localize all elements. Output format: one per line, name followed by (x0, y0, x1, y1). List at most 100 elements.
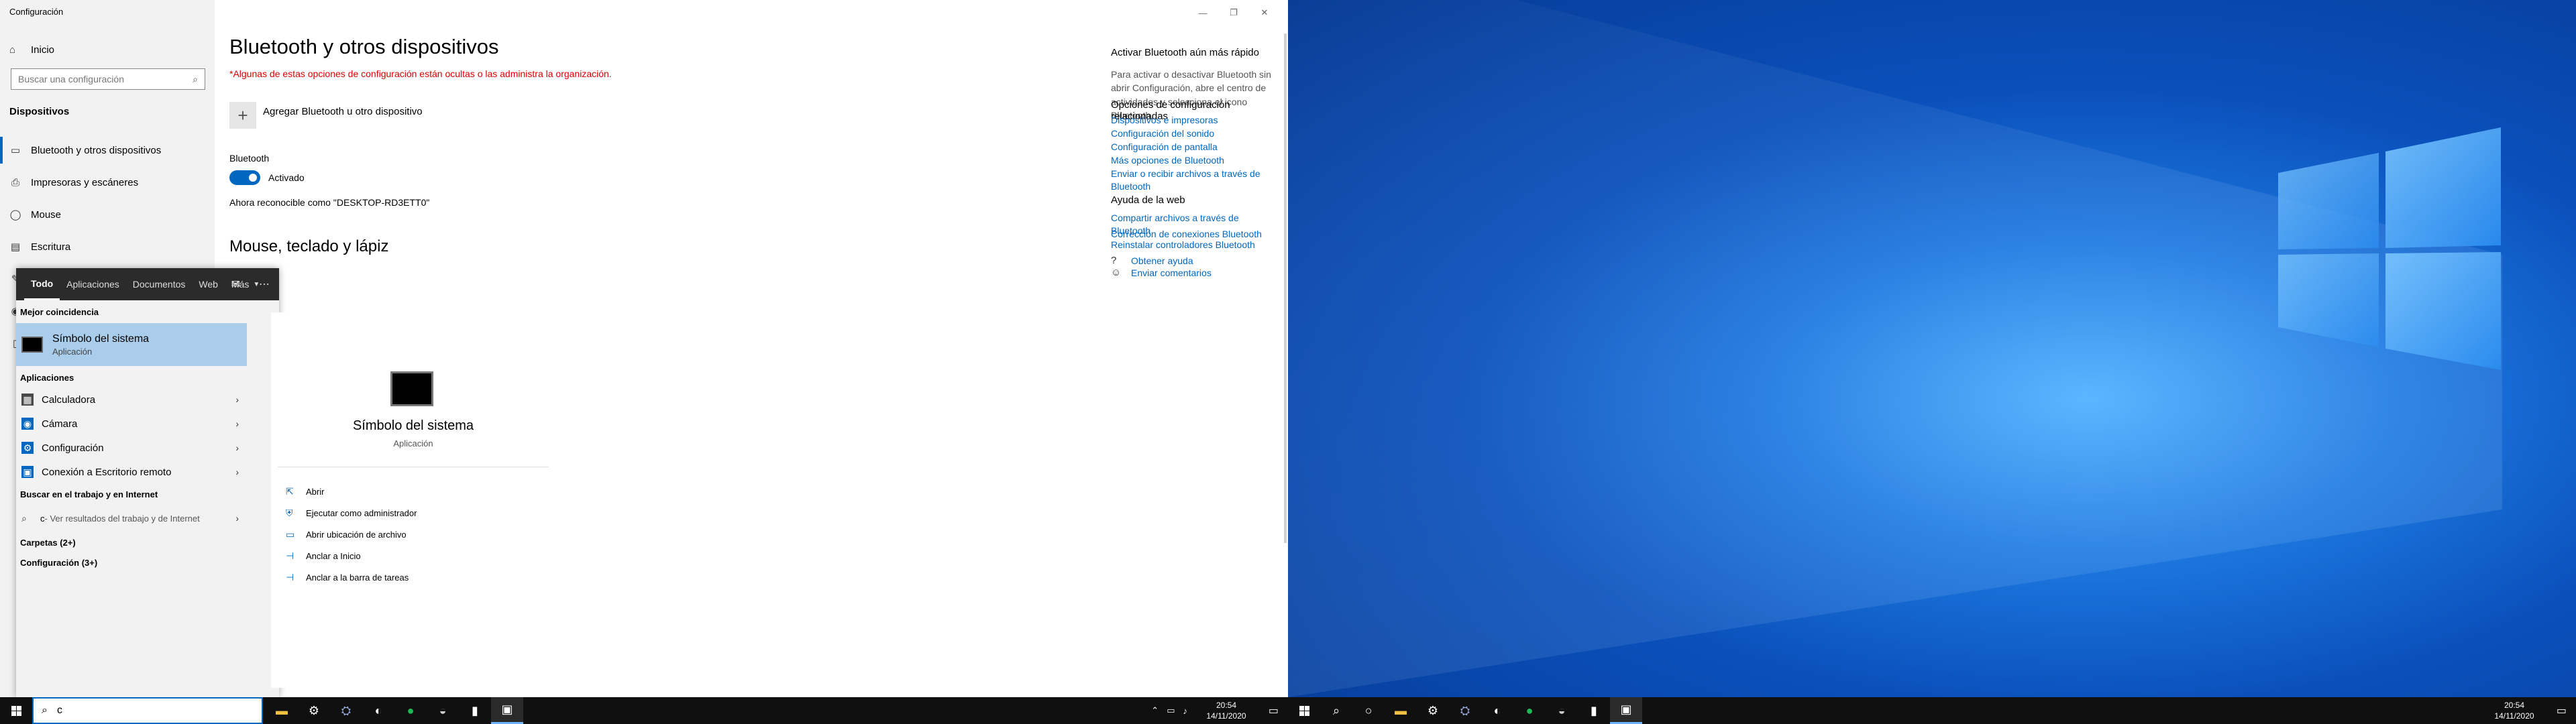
start-menu-search: Todo Aplicaciones Documentos Web Más ▼ ✉… (16, 268, 555, 697)
more-options-icon[interactable]: ⋯ (259, 278, 270, 291)
action-label: Abrir (306, 486, 325, 497)
action-label: Ejecutar como administrador (306, 507, 417, 518)
bluetooth-state: Activado (268, 172, 305, 183)
sidebar-item-label: Escritura (31, 241, 71, 253)
close-button[interactable]: ✕ (1249, 4, 1280, 21)
settings-search-input[interactable]: Buscar una configuración ⌕ (11, 68, 205, 90)
sidebar-item-typing[interactable]: ▤ Escritura (0, 233, 215, 260)
calculator-icon: ▦ (21, 394, 34, 406)
link-reinstall-drivers[interactable]: Reinstalar controladores Bluetooth (1111, 239, 1272, 251)
feedback-icon[interactable]: ✉ (231, 278, 240, 291)
taskbar-search-input[interactable]: ⌕ c (32, 697, 263, 724)
link-sound-settings[interactable]: Configuración del sonido (1111, 127, 1272, 140)
chevron-right-icon: › (235, 442, 239, 453)
feedback-label: Enviar comentarios (1131, 267, 1212, 278)
bluetooth-toggle[interactable] (229, 170, 260, 185)
clock-date: 14/11/2020 (1206, 711, 1246, 721)
logo-pane-top-left (2278, 153, 2379, 249)
preview-pane: Símbolo del sistema Aplicación ⇱ Abrir ⛨… (271, 312, 555, 688)
shield-icon: ⛨ (286, 507, 293, 518)
bluetooth-icon: ▭ (10, 145, 21, 156)
task-view-icon[interactable]: ○ (1352, 697, 1385, 724)
bluetooth-toggle-row: Activado (229, 170, 305, 185)
sidebar-home[interactable]: ⌂ Inicio (9, 42, 54, 58)
action-open-file-location[interactable]: ▭ Abrir ubicación de archivo (286, 524, 407, 544)
sidebar-item-mouse[interactable]: ◯ Mouse (0, 201, 215, 228)
terminal-app-icon[interactable]: ▮ (1578, 697, 1610, 724)
notification-icon[interactable]: ▭ (2557, 697, 2567, 724)
start-button[interactable] (0, 697, 32, 724)
right-monitor-desktop: ⌕ ○ ▬ ⚙ ⛭ ◐ ● ◒ ▮ ▣ 20:54 14/11/2020 ▭ (1288, 0, 2576, 724)
start-button[interactable] (1288, 697, 1320, 724)
tab-all[interactable]: Todo (24, 268, 60, 300)
link-devices-printers[interactable]: Dispositivos e impresoras (1111, 114, 1272, 127)
settings-window-icon[interactable]: ▣ (491, 697, 523, 724)
tab-web[interactable]: Web (192, 268, 225, 300)
steam-icon[interactable]: ⛭ (1449, 697, 1481, 724)
sidebar-item-bluetooth[interactable]: ▭ Bluetooth y otros dispositivos (0, 137, 215, 164)
tab-actions: ✉ ⋯ (231, 268, 270, 300)
best-match-text: Símbolo del sistema Aplicación (52, 333, 149, 357)
scrollbar[interactable] (1284, 34, 1287, 543)
chevron-right-icon: › (235, 513, 239, 524)
action-open[interactable]: ⇱ Abrir (286, 481, 324, 501)
web-result-suffix: - Ver resultados del trabajo y de Intern… (44, 513, 200, 524)
app-label: Calculadora (42, 394, 96, 406)
tab-apps[interactable]: Aplicaciones (60, 268, 126, 300)
feedback-link[interactable]: ☺ Enviar comentarios (1111, 267, 1272, 278)
add-device-button[interactable]: + Agregar Bluetooth u otro dispositivo (229, 102, 423, 129)
windows-wallpaper (1288, 0, 2502, 697)
spotify-icon[interactable]: ● (1513, 697, 1546, 724)
bluetooth-label: Bluetooth (229, 153, 270, 164)
action-pin-start[interactable]: ⊣ Anclar a Inicio (286, 546, 361, 566)
tab-documents[interactable]: Documentos (126, 268, 193, 300)
app-icon[interactable]: ◒ (1546, 697, 1578, 724)
link-display-settings[interactable]: Configuración de pantalla (1111, 141, 1272, 154)
app-label: Configuración (42, 442, 104, 454)
chevron-right-icon: › (235, 418, 239, 429)
settings-gear-icon[interactable]: ⚙ (1417, 697, 1449, 724)
home-icon: ⌂ (9, 44, 16, 56)
sidebar-item-printers[interactable]: ⎙ Impresoras y escáneres (0, 169, 215, 196)
browser-icon[interactable]: ◐ (1481, 697, 1513, 724)
action-pin-taskbar[interactable]: ⊣ Anclar a la barra de tareas (286, 567, 409, 587)
spotify-icon[interactable]: ● (394, 697, 427, 724)
settings-group[interactable]: Configuración (3+) (20, 558, 97, 568)
web-search-result[interactable]: ⌕ c - Ver resultados del trabajo y de In… (16, 507, 247, 530)
settings-window-icon[interactable]: ▣ (1610, 697, 1642, 724)
clock[interactable]: 20:54 14/11/2020 (1199, 700, 1253, 721)
help-icon: ? (1111, 255, 1117, 266)
settings-gear-icon[interactable]: ⚙ (298, 697, 330, 724)
folders-group[interactable]: Carpetas (2+) (20, 538, 76, 548)
minimize-button[interactable]: — (1187, 4, 1218, 21)
app-icon[interactable]: ◒ (427, 697, 459, 724)
file-explorer-icon[interactable]: ▬ (266, 697, 298, 724)
app-result-camera[interactable]: ◉ Cámara › (16, 412, 247, 436)
terminal-app-icon[interactable]: ▮ (459, 697, 491, 724)
terminal-icon (21, 337, 43, 353)
remote-desktop-icon: ▣ (21, 466, 34, 478)
chevron-up-icon[interactable]: ⌃ (1151, 705, 1159, 716)
app-result-remote-desktop[interactable]: ▣ Conexión a Escritorio remoto › (16, 460, 247, 484)
best-match-item[interactable]: Símbolo del sistema Aplicación (16, 323, 247, 366)
clock[interactable]: 20:54 14/11/2020 (2487, 700, 2541, 721)
notification-icon[interactable]: ▭ (1269, 697, 1279, 724)
get-help-link[interactable]: ? Obtener ayuda (1111, 255, 1272, 266)
link-more-bluetooth[interactable]: Más opciones de Bluetooth (1111, 154, 1272, 167)
browser-icon[interactable]: ◐ (362, 697, 394, 724)
network-icon[interactable]: ▭ (1167, 705, 1175, 716)
maximize-button[interactable]: ❐ (1218, 4, 1249, 21)
action-run-as-admin[interactable]: ⛨ Ejecutar como administrador (286, 503, 417, 523)
app-result-calculator[interactable]: ▦ Calculadora › (16, 387, 247, 412)
sidebar-item-label: Bluetooth y otros dispositivos (31, 144, 162, 156)
file-explorer-icon[interactable]: ▬ (1385, 697, 1417, 724)
app-result-settings[interactable]: ⚙ Configuración › (16, 436, 247, 460)
steam-icon[interactable]: ⛭ (330, 697, 362, 724)
printer-icon: ⎙ (11, 176, 19, 188)
volume-icon[interactable]: ♪ (1183, 706, 1188, 716)
clock-time: 20:54 (1216, 701, 1237, 710)
page-title: Bluetooth y otros dispositivos (229, 35, 499, 58)
search-icon[interactable]: ⌕ (1320, 697, 1352, 724)
link-send-receive-files[interactable]: Enviar o recibir archivos a través de Bl… (1111, 168, 1272, 193)
plus-icon: + (229, 102, 256, 129)
